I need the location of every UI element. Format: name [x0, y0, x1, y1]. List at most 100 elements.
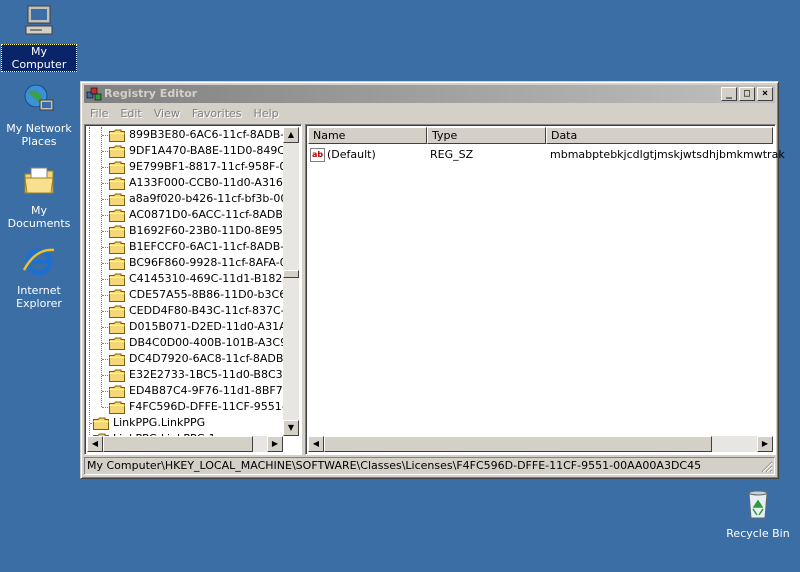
tree-node-license-key[interactable]: B1692F60-23B0-11D0-8E95-00A — [109, 223, 284, 239]
tree-node-label: DC4D7920-6AC8-11cf-8ADB-00A — [129, 352, 284, 365]
folder-icon — [109, 209, 125, 222]
menu-help[interactable]: Help — [248, 107, 285, 120]
maximize-button[interactable]: □ — [739, 87, 755, 101]
tree-node-license-key[interactable]: 9E799BF1-8817-11cf-958F-0020 — [109, 159, 284, 175]
tree-node-class[interactable]: LinkPPG.LinkPPG — [93, 415, 205, 431]
registry-editor-window: Registry Editor _ □ × File Edit View Fav… — [80, 81, 785, 479]
value-data: mbmabptebkjcdlgtjmskjwtsdhjbmkmwtrak — [550, 148, 785, 161]
folder-icon — [109, 385, 125, 398]
recycle-bin-icon — [748, 490, 768, 519]
desktop-icon-label: My Network Places — [6, 122, 72, 148]
tree-node-license-key[interactable]: F4FC596D-DFFE-11CF-9551-00A — [109, 399, 284, 415]
tree-node-license-key[interactable]: CEDD4F80-B43C-11cf-837C-00A — [109, 303, 284, 319]
values-horizontal-scrollbar[interactable]: ◀ ▶ — [308, 436, 773, 452]
folder-icon — [109, 225, 125, 238]
desktop-icon-label: My Computer — [1, 44, 77, 72]
tree-node-label: CDE57A55-8B86-11D0-b3C6-00 — [129, 288, 284, 301]
tree-node-license-key[interactable]: a8a9f020-b426-11cf-bf3b-00a0 — [109, 191, 284, 207]
column-header-name[interactable]: Name — [308, 127, 427, 144]
scroll-thumb[interactable] — [103, 436, 253, 452]
list-item[interactable]: ab (Default) REG_SZ mbmabptebkjcdlgtjmsk… — [310, 147, 785, 163]
tree-node-license-key[interactable]: ED4B87C4-9F76-11d1-8BF7-000 — [109, 383, 284, 399]
registry-tree: 899B3E80-6AC6-11cf-8ADB-00A 9DF1A470-BA8E… — [87, 127, 284, 439]
desktop-icon-my-network-places[interactable]: My Network Places — [1, 82, 77, 148]
minimize-button[interactable]: _ — [721, 87, 737, 101]
computer-icon — [25, 5, 53, 35]
tree-node-label: B1692F60-23B0-11D0-8E95-00A — [129, 224, 284, 237]
desktop-icon-internet-explorer[interactable]: Internet Explorer — [1, 244, 77, 310]
documents-folder-icon — [24, 167, 54, 194]
tree-node-license-key[interactable]: C4145310-469C-11d1-B182-00A — [109, 271, 284, 287]
folder-icon — [109, 353, 125, 366]
tree-node-label: 9DF1A470-BA8E-11D0-849C-00 — [129, 144, 284, 157]
tree-node-label: a8a9f020-b426-11cf-bf3b-00a0 — [129, 192, 284, 205]
folder-icon — [109, 257, 125, 270]
tree-node-license-key[interactable]: B1EFCCF0-6AC1-11cf-8ADB-00A — [109, 239, 284, 255]
window-title: Registry Editor — [104, 87, 198, 100]
desktop-icon-label: Internet Explorer — [16, 284, 62, 310]
desktop-icon-my-computer[interactable]: My Computer — [1, 4, 77, 72]
tree-node-label: DB4C0D00-400B-101B-A3C9-08 — [129, 336, 284, 349]
column-header-data[interactable]: Data — [545, 127, 773, 144]
menu-file[interactable]: File — [84, 107, 114, 120]
tree-node-license-key[interactable]: AC0871D0-6ACC-11cf-8ADB-00 — [109, 207, 284, 223]
tree-node-label: CEDD4F80-B43C-11cf-837C-00A — [129, 304, 284, 317]
scroll-right-button[interactable]: ▶ — [267, 436, 283, 452]
scroll-left-button[interactable]: ◀ — [308, 436, 324, 452]
scroll-thumb[interactable] — [283, 270, 299, 278]
tree-node-label: A133F000-CCB0-11d0-A316-00A — [129, 176, 284, 189]
folder-icon — [109, 337, 125, 350]
folder-icon — [109, 321, 125, 334]
status-path: My Computer\HKEY_LOCAL_MACHINE\SOFTWARE\… — [87, 459, 702, 472]
network-globe-icon — [24, 84, 54, 111]
tree-node-license-key[interactable]: DB4C0D00-400B-101B-A3C9-08 — [109, 335, 284, 351]
folder-icon — [109, 161, 125, 174]
folder-icon — [109, 273, 125, 286]
scroll-right-button[interactable]: ▶ — [757, 436, 773, 452]
title-bar[interactable]: Registry Editor _ □ × — [84, 85, 775, 103]
tree-node-license-key[interactable]: BC96F860-9928-11cf-8AFA-00A — [109, 255, 284, 271]
menu-bar: File Edit View Favorites Help — [84, 104, 775, 123]
tree-node-license-key[interactable]: DC4D7920-6AC8-11cf-8ADB-00A — [109, 351, 284, 367]
resize-grip-icon[interactable] — [761, 461, 773, 473]
registry-values-pane[interactable]: Name Type Data ab (Default) REG_SZ mbmab… — [305, 124, 785, 455]
scroll-down-button[interactable]: ▼ — [283, 420, 299, 436]
tree-node-label: ED4B87C4-9F76-11d1-8BF7-000 — [129, 384, 284, 397]
tree-node-license-key[interactable]: 899B3E80-6AC6-11cf-8ADB-00A — [109, 127, 284, 143]
registry-tree-pane[interactable]: 899B3E80-6AC6-11cf-8ADB-00A 9DF1A470-BA8E… — [84, 124, 302, 455]
string-value-icon: ab — [310, 148, 325, 162]
tree-node-label: LinkPPG.LinkPPG — [113, 416, 206, 429]
tree-node-license-key[interactable]: 9DF1A470-BA8E-11D0-849C-00 — [109, 143, 284, 159]
value-name: (Default) — [327, 148, 376, 161]
tree-node-license-key[interactable]: A133F000-CCB0-11d0-A316-00A — [109, 175, 284, 191]
column-header-row: Name Type Data — [308, 127, 773, 144]
desktop-icon-my-documents[interactable]: My Documents — [1, 164, 77, 230]
close-button[interactable]: × — [757, 87, 773, 101]
tree-vertical-scrollbar[interactable]: ▲ ▼ — [283, 127, 299, 436]
scroll-left-button[interactable]: ◀ — [87, 436, 103, 452]
tree-node-license-key[interactable]: CDE57A55-8B86-11D0-b3C6-00 — [109, 287, 284, 303]
menu-edit[interactable]: Edit — [114, 107, 147, 120]
tree-node-label: AC0871D0-6ACC-11cf-8ADB-00 — [129, 208, 284, 221]
menu-favorites[interactable]: Favorites — [186, 107, 248, 120]
tree-horizontal-scrollbar[interactable]: ◀ ▶ — [87, 436, 283, 452]
scroll-thumb[interactable] — [324, 436, 712, 452]
desktop-icon-recycle-bin[interactable]: Recycle Bin — [720, 487, 796, 540]
tree-node-label: F4FC596D-DFFE-11CF-9551-00A — [129, 400, 284, 413]
folder-icon — [109, 129, 125, 142]
menu-view[interactable]: View — [148, 107, 186, 120]
folder-icon — [109, 369, 125, 382]
folder-icon — [109, 289, 125, 302]
tree-node-label: BC96F860-9928-11cf-8AFA-00A — [129, 256, 284, 269]
scroll-up-button[interactable]: ▲ — [283, 127, 299, 143]
tree-node-label: B1EFCCF0-6AC1-11cf-8ADB-00A — [129, 240, 284, 253]
internet-explorer-icon — [22, 248, 55, 276]
status-bar: My Computer\HKEY_LOCAL_MACHINE\SOFTWARE\… — [84, 457, 775, 475]
desktop-icon-label: My Documents — [7, 204, 71, 230]
tree-node-license-key[interactable]: D015B071-D2ED-11d0-A31A-00 — [109, 319, 284, 335]
column-header-type[interactable]: Type — [426, 127, 546, 144]
value-type: REG_SZ — [430, 148, 474, 161]
tree-node-license-key[interactable]: E32E2733-1BC5-11d0-B8C3-00A — [109, 367, 284, 383]
tree-node-label: E32E2733-1BC5-11d0-B8C3-00A — [129, 368, 284, 381]
registry-editor-icon — [86, 87, 102, 101]
